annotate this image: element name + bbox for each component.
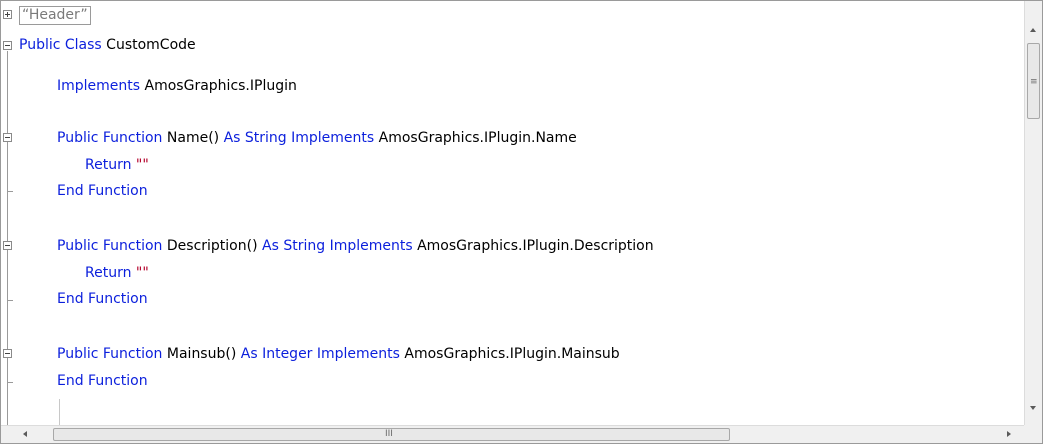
interface-member: AmosGraphics.IPlugin.Name <box>378 130 577 146</box>
code-line-function-name: Public Function Name() As String Impleme… <box>57 125 577 152</box>
keyword: Public Function <box>57 238 163 254</box>
scroll-right-arrow-icon[interactable] <box>1007 431 1011 437</box>
keyword: Public Function <box>57 346 163 362</box>
header-region-label: Header <box>28 7 81 23</box>
fold-end-tick <box>7 191 13 192</box>
code-line-end-function: End Function <box>57 368 148 395</box>
keyword: End Function <box>57 373 148 389</box>
fold-end-tick <box>7 300 13 301</box>
keyword: As String Implements <box>262 238 413 254</box>
code-line-function-description: Public Function Description() As String … <box>57 233 654 260</box>
vertical-scroll-thumb[interactable]: ≡ <box>1027 43 1040 119</box>
keyword: End Function <box>57 291 148 307</box>
interface-member: AmosGraphics.IPlugin.Mainsub <box>404 346 620 362</box>
fold-guide-line <box>7 142 8 186</box>
vertical-scrollbar[interactable]: ≡ <box>1024 1 1042 426</box>
code-editor[interactable]: “Header” Public Class CustomCode Impleme… <box>0 0 1043 444</box>
fold-guide-line <box>7 358 8 382</box>
keyword: Return <box>85 157 132 173</box>
keyword: As String Implements <box>223 130 375 146</box>
code-line-return: Return "" <box>85 260 149 287</box>
fold-guide-line <box>7 250 8 296</box>
code-line-class-declaration: Public Class CustomCode <box>19 32 196 59</box>
keyword: Public Function <box>57 130 163 146</box>
keyword: As Integer Implements <box>240 346 400 362</box>
fold-end-tick <box>7 382 13 383</box>
indent-guide-line <box>59 399 60 426</box>
horizontal-scrollbar[interactable]: III <box>1 425 1025 443</box>
collapse-class-icon[interactable] <box>3 41 12 50</box>
code-line-return: Return "" <box>85 152 149 179</box>
collapse-function-icon[interactable] <box>3 133 12 142</box>
keyword: End Function <box>57 183 148 199</box>
code-line-end-function: End Function <box>57 178 148 205</box>
class-name: CustomCode <box>106 37 196 53</box>
header-region-collapsed[interactable]: “Header” <box>19 6 91 25</box>
scroll-grip-icon: III <box>385 429 393 439</box>
scrollbar-corner <box>1024 425 1042 443</box>
collapse-function-icon[interactable] <box>3 241 12 250</box>
code-line-function-mainsub: Public Function Mainsub() As Integer Imp… <box>57 341 620 368</box>
string-literal: "" <box>135 265 149 281</box>
interface-member: AmosGraphics.IPlugin.Description <box>417 238 654 254</box>
scroll-grip-icon: ≡ <box>1030 77 1038 87</box>
string-literal: "" <box>135 157 149 173</box>
collapse-function-icon[interactable] <box>3 349 12 358</box>
function-name: Description() <box>166 238 258 254</box>
code-line-end-function: End Function <box>57 286 148 313</box>
scroll-down-arrow-icon[interactable] <box>1030 406 1036 410</box>
function-name: Name() <box>166 130 220 146</box>
keyword: Public Class <box>19 37 102 53</box>
scroll-up-arrow-icon[interactable] <box>1030 28 1036 32</box>
keyword: Implements <box>57 78 141 94</box>
function-name: Mainsub() <box>166 346 237 362</box>
expand-region-icon[interactable] <box>3 10 12 19</box>
scroll-left-arrow-icon[interactable] <box>23 431 27 437</box>
code-area[interactable]: “Header” Public Class CustomCode Impleme… <box>1 1 1025 426</box>
horizontal-scroll-thumb[interactable]: III <box>53 428 730 441</box>
interface-name: AmosGraphics.IPlugin <box>144 78 297 94</box>
code-line-implements: Implements AmosGraphics.IPlugin <box>57 73 297 100</box>
keyword: Return <box>85 265 132 281</box>
